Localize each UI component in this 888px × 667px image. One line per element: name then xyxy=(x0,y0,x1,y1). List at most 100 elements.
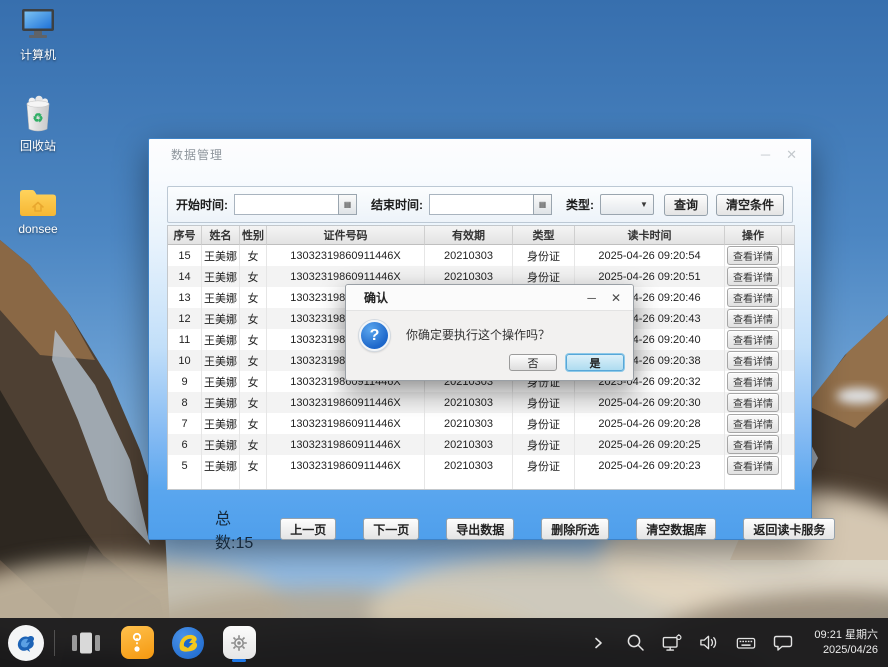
tray-notifications-button[interactable] xyxy=(773,633,793,653)
dialog-close-button[interactable]: ✕ xyxy=(611,292,621,304)
type-label: 类型: xyxy=(566,196,594,213)
table-cell: 王美娜 xyxy=(202,245,240,266)
table-action-cell: 查看详情 xyxy=(725,413,782,434)
view-details-button[interactable]: 查看详情 xyxy=(727,309,779,328)
display-device-icon xyxy=(662,633,682,653)
dialog-title: 确认 xyxy=(364,289,388,306)
folder-icon xyxy=(17,186,59,218)
start-time-input[interactable] xyxy=(234,194,338,215)
tray-search-button[interactable] xyxy=(625,633,645,653)
column-header: 证件号码 xyxy=(267,226,425,245)
dock-app-orange-button[interactable] xyxy=(119,624,155,662)
table-cell: 13032319860911446X xyxy=(267,413,425,434)
desktop-icon-area: 计算机 ♻ 回收站 donsee xyxy=(6,8,70,236)
chevron-down-icon: ▼ xyxy=(640,200,648,209)
view-details-button[interactable]: 查看详情 xyxy=(727,372,779,391)
dialog-minimize-button[interactable]: ─ xyxy=(587,292,596,304)
prev-page-button[interactable]: 上一页 xyxy=(280,518,336,540)
launcher-button[interactable] xyxy=(8,625,44,661)
dialog-titlebar[interactable]: 确认 ─ ✕ xyxy=(346,285,633,311)
table-cell: 8 xyxy=(168,392,202,413)
chat-bubble-icon xyxy=(773,634,793,652)
confirm-dialog: 确认 ─ ✕ ? 你确定要执行这个操作吗？ 否 是 xyxy=(345,284,634,381)
dialog-body: ? 你确定要执行这个操作吗？ 否 是 xyxy=(346,311,633,381)
view-details-button[interactable]: 查看详情 xyxy=(727,393,779,412)
clear-conditions-button[interactable]: 清空条件 xyxy=(716,194,784,216)
table-cell-spacer xyxy=(782,245,794,266)
start-time-calendar-button[interactable]: ▦ xyxy=(338,194,357,215)
task-view-button[interactable] xyxy=(68,624,104,662)
view-details-button[interactable]: 查看详情 xyxy=(727,414,779,433)
view-details-button[interactable]: 查看详情 xyxy=(727,330,779,349)
table-cell: 2025-04-26 09:20:28 xyxy=(575,413,725,434)
table-cell: 20210303 xyxy=(425,392,513,413)
table-cell: 5 xyxy=(168,455,202,476)
yes-button[interactable]: 是 xyxy=(566,354,624,371)
table-row[interactable]: 5王美娜女13032319860911446X20210303身份证2025-0… xyxy=(168,455,794,476)
view-details-button[interactable]: 查看详情 xyxy=(727,456,779,475)
table-cell-spacer xyxy=(782,413,794,434)
computer-icon xyxy=(18,8,58,42)
svg-text:♻: ♻ xyxy=(33,111,44,125)
desktop-icon-recycle-bin[interactable]: ♻ 回收站 xyxy=(6,95,70,154)
column-header: 姓名 xyxy=(202,226,240,245)
view-details-button[interactable]: 查看详情 xyxy=(727,435,779,454)
tray-expand-button[interactable] xyxy=(588,633,608,653)
window-minimize-button[interactable]: ─ xyxy=(761,148,770,161)
question-icon: ? xyxy=(359,320,390,351)
speaker-icon xyxy=(699,633,719,652)
query-button[interactable]: 查询 xyxy=(664,194,708,216)
table-action-cell: 查看详情 xyxy=(725,350,782,371)
end-time-input[interactable] xyxy=(429,194,533,215)
table-cell: 王美娜 xyxy=(202,350,240,371)
search-icon xyxy=(626,633,645,652)
clock[interactable]: 09:21 星期六 2025/04/26 xyxy=(814,628,878,658)
table-action-cell: 查看详情 xyxy=(725,308,782,329)
settings-button[interactable] xyxy=(221,624,257,662)
dock-separator xyxy=(54,630,55,656)
active-app-indicator xyxy=(232,659,246,662)
window-titlebar[interactable]: 数据管理 ─ ✕ xyxy=(149,139,811,169)
table-cell: 2025-04-26 09:20:30 xyxy=(575,392,725,413)
export-data-button[interactable]: 导出数据 xyxy=(446,518,514,540)
tray-keyboard-button[interactable] xyxy=(736,633,756,653)
desktop-icon-donsee-folder[interactable]: donsee xyxy=(6,186,70,236)
tray-display-button[interactable] xyxy=(662,633,682,653)
table-cell-spacer xyxy=(782,434,794,455)
type-select[interactable]: ▼ xyxy=(600,194,654,215)
no-button[interactable]: 否 xyxy=(509,354,557,371)
table-cell: 6 xyxy=(168,434,202,455)
view-details-button[interactable]: 查看详情 xyxy=(727,288,779,307)
delete-selected-button[interactable]: 删除所选 xyxy=(541,518,609,540)
table-cell: 11 xyxy=(168,329,202,350)
view-details-button[interactable]: 查看详情 xyxy=(727,246,779,265)
view-details-button[interactable]: 查看详情 xyxy=(727,351,779,370)
table-row[interactable]: 15王美娜女13032319860911446X20210303身份证2025-… xyxy=(168,245,794,266)
clear-database-button[interactable]: 清空数据库 xyxy=(636,518,716,540)
column-header-spacer xyxy=(782,226,794,245)
table-cell: 女 xyxy=(240,434,267,455)
browser-icon xyxy=(171,626,205,660)
table-cell: 女 xyxy=(240,308,267,329)
table-cell-spacer xyxy=(782,350,794,371)
next-page-button[interactable]: 下一页 xyxy=(363,518,419,540)
table-row[interactable]: 6王美娜女13032319860911446X20210303身份证2025-0… xyxy=(168,434,794,455)
table-row[interactable]: 7王美娜女13032319860911446X20210303身份证2025-0… xyxy=(168,413,794,434)
end-time-calendar-button[interactable]: ▦ xyxy=(533,194,552,215)
window-close-button[interactable]: ✕ xyxy=(786,148,797,161)
gear-icon xyxy=(223,626,256,659)
table-empty-row xyxy=(168,476,794,489)
clock-time: 09:21 星期六 xyxy=(814,628,878,643)
browser-button[interactable] xyxy=(170,624,206,662)
table-cell: 王美娜 xyxy=(202,266,240,287)
start-time-label: 开始时间: xyxy=(176,196,228,213)
table-row[interactable]: 8王美娜女13032319860911446X20210303身份证2025-0… xyxy=(168,392,794,413)
table-cell: 20210303 xyxy=(425,455,513,476)
desktop-icon-label: 计算机 xyxy=(20,46,56,63)
table-cell: 14 xyxy=(168,266,202,287)
tray-volume-button[interactable] xyxy=(699,633,719,653)
back-to-reader-service-button[interactable]: 返回读卡服务 xyxy=(743,518,835,540)
table-action-cell: 查看详情 xyxy=(725,287,782,308)
desktop-icon-computer[interactable]: 计算机 xyxy=(6,8,70,63)
view-details-button[interactable]: 查看详情 xyxy=(727,267,779,286)
